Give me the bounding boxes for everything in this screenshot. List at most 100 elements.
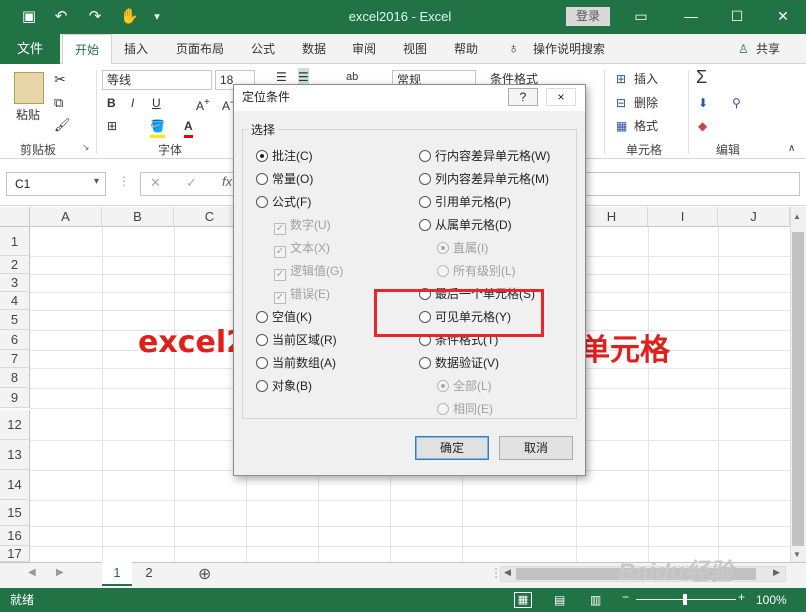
tab-view[interactable]: 视图 xyxy=(403,34,427,64)
radio-row-differences[interactable]: 行内容差异单元格(W) xyxy=(419,147,550,165)
select-all-corner[interactable] xyxy=(0,207,30,227)
font-color-icon[interactable]: A xyxy=(184,117,193,138)
cancel-button[interactable]: 取消 xyxy=(499,436,573,460)
paste-icon[interactable] xyxy=(14,72,44,104)
row-header[interactable]: 5 xyxy=(0,310,30,330)
radio-formulas[interactable]: 公式(F) xyxy=(256,193,311,211)
radio-comments[interactable]: 批注(C) xyxy=(256,147,313,165)
save-icon[interactable]: ▣ xyxy=(20,8,38,26)
format-painter-icon[interactable]: 🖌 xyxy=(54,116,71,134)
chevron-down-icon[interactable]: ▾ xyxy=(94,176,99,187)
column-header[interactable]: B xyxy=(102,207,174,227)
radio-objects[interactable]: 对象(B) xyxy=(256,377,312,395)
row-header[interactable]: 8 xyxy=(0,368,30,388)
row-header[interactable]: 4 xyxy=(0,292,30,310)
undo-icon[interactable]: ↶ xyxy=(52,8,70,26)
name-box[interactable]: C1 xyxy=(6,172,106,196)
copy-icon[interactable]: ⧉ xyxy=(54,94,63,112)
delete-cells-icon[interactable]: ⊟ xyxy=(616,94,626,112)
redo-icon[interactable]: ↷ xyxy=(86,8,104,26)
grow-font-icon[interactable]: A+ xyxy=(196,94,210,115)
cancel-icon[interactable]: ✕ xyxy=(150,175,161,191)
checkbox-logicals[interactable]: ✓ 逻辑值(G) xyxy=(274,262,343,281)
radio-data-validation[interactable]: 数据验证(V) xyxy=(419,354,499,372)
tab-home[interactable]: 开始 xyxy=(62,34,112,65)
share-icon[interactable]: ♙ xyxy=(738,34,749,64)
share-button[interactable]: 共享 xyxy=(756,34,780,64)
radio-all-levels[interactable]: 所有级别(L) xyxy=(437,262,516,280)
tab-page-layout[interactable]: 页面布局 xyxy=(176,34,224,64)
customize-toolbar-icon[interactable]: ▾ xyxy=(148,8,166,26)
zoom-slider-thumb[interactable] xyxy=(683,594,687,605)
autosum-icon[interactable]: Σ xyxy=(696,68,707,86)
column-header[interactable]: A xyxy=(30,207,102,227)
checkbox-numbers[interactable]: ✓ 数字(U) xyxy=(274,216,331,235)
delete-cells-button[interactable]: 删除 xyxy=(634,94,658,112)
radio-constants[interactable]: 常量(O) xyxy=(256,170,313,188)
row-header[interactable]: 17 xyxy=(0,546,30,562)
insert-function-icon[interactable]: fx xyxy=(222,174,232,189)
hscroll-right-icon[interactable]: ▶ xyxy=(773,567,780,578)
launcher-icon[interactable]: ↘ xyxy=(82,142,90,153)
font-name-select[interactable]: 等线 xyxy=(102,70,212,90)
hscroll-left-icon[interactable]: ◀ xyxy=(504,567,511,578)
help-button[interactable]: ? xyxy=(508,88,538,106)
radio-blanks[interactable]: 空值(K) xyxy=(256,308,312,326)
paste-button[interactable]: 粘贴 xyxy=(16,106,40,124)
resize-handle-icon[interactable]: ⋮ xyxy=(118,174,130,188)
underline-button[interactable]: U xyxy=(152,94,161,112)
row-header[interactable]: 15 xyxy=(0,500,30,526)
row-header[interactable]: 3 xyxy=(0,274,30,292)
scroll-right-icon[interactable]: ▶ xyxy=(56,567,64,578)
enter-icon[interactable]: ✓ xyxy=(186,175,197,191)
radio-validation-all[interactable]: 全部(L) xyxy=(437,377,492,395)
radio-dependents[interactable]: 从属单元格(D) xyxy=(419,216,512,234)
minimize-icon[interactable]: — xyxy=(676,6,706,26)
find-icon[interactable]: ⚲ xyxy=(732,94,741,112)
row-header[interactable]: 1 xyxy=(0,227,30,256)
tell-me-search[interactable]: 操作说明搜索 xyxy=(533,34,605,64)
format-cells-button[interactable]: 格式 xyxy=(634,117,658,135)
row-header[interactable]: 12 xyxy=(0,410,30,440)
zoom-level[interactable]: 100% xyxy=(756,588,787,612)
radio-current-array[interactable]: 当前数组(A) xyxy=(256,354,336,372)
fill-color-icon[interactable]: 🪣 xyxy=(150,117,165,138)
row-header[interactable]: 2 xyxy=(0,256,30,274)
radio-precedents[interactable]: 引用单元格(P) xyxy=(419,193,511,211)
cut-icon[interactable]: ✂ xyxy=(54,70,66,88)
shrink-font-icon[interactable]: A- xyxy=(222,94,233,115)
clear-icon[interactable]: ◆ xyxy=(698,117,707,135)
tab-data[interactable]: 数据 xyxy=(302,34,326,64)
zoom-in-icon[interactable]: + xyxy=(738,590,745,604)
row-header[interactable]: 7 xyxy=(0,350,30,368)
ok-button[interactable]: 确定 xyxy=(415,436,489,460)
column-header[interactable]: J xyxy=(718,207,790,227)
sheet-tab-2[interactable]: 2 xyxy=(136,562,162,586)
row-header[interactable]: 9 xyxy=(0,388,30,408)
dialog-close-button[interactable]: × xyxy=(546,88,576,106)
radio-direct-only[interactable]: 直属(I) xyxy=(437,239,488,257)
insert-cells-icon[interactable]: ⊞ xyxy=(616,70,626,88)
scroll-thumb[interactable] xyxy=(792,232,804,546)
radio-validation-same[interactable]: 相同(E) xyxy=(437,400,493,418)
zoom-out-icon[interactable]: − xyxy=(622,590,629,604)
page-layout-view-icon[interactable]: ▤ xyxy=(554,593,565,607)
column-header[interactable]: I xyxy=(648,207,718,227)
tab-formulas[interactable]: 公式 xyxy=(251,34,275,64)
sheet-tab-1[interactable]: 1 xyxy=(102,562,132,586)
format-cells-icon[interactable]: ▦ xyxy=(616,117,627,135)
border-icon[interactable]: ⊞ xyxy=(107,117,117,135)
insert-cells-button[interactable]: 插入 xyxy=(634,70,658,88)
tab-help[interactable]: 帮助 xyxy=(454,34,478,64)
login-button[interactable]: 登录 xyxy=(566,7,610,26)
ribbon-options-icon[interactable]: ▭ xyxy=(626,6,656,26)
tab-review[interactable]: 审阅 xyxy=(352,34,376,64)
radio-current-region[interactable]: 当前区域(R) xyxy=(256,331,337,349)
row-header[interactable]: 16 xyxy=(0,526,30,546)
close-icon[interactable]: ✕ xyxy=(768,6,798,26)
fill-icon[interactable]: ⬇ xyxy=(698,94,708,112)
checkbox-errors[interactable]: ✓ 错误(E) xyxy=(274,285,330,304)
scroll-down-icon[interactable]: ▼ xyxy=(793,550,801,559)
touch-mode-icon[interactable]: ✋ xyxy=(120,8,139,26)
tab-file[interactable]: 文件 xyxy=(0,34,60,64)
